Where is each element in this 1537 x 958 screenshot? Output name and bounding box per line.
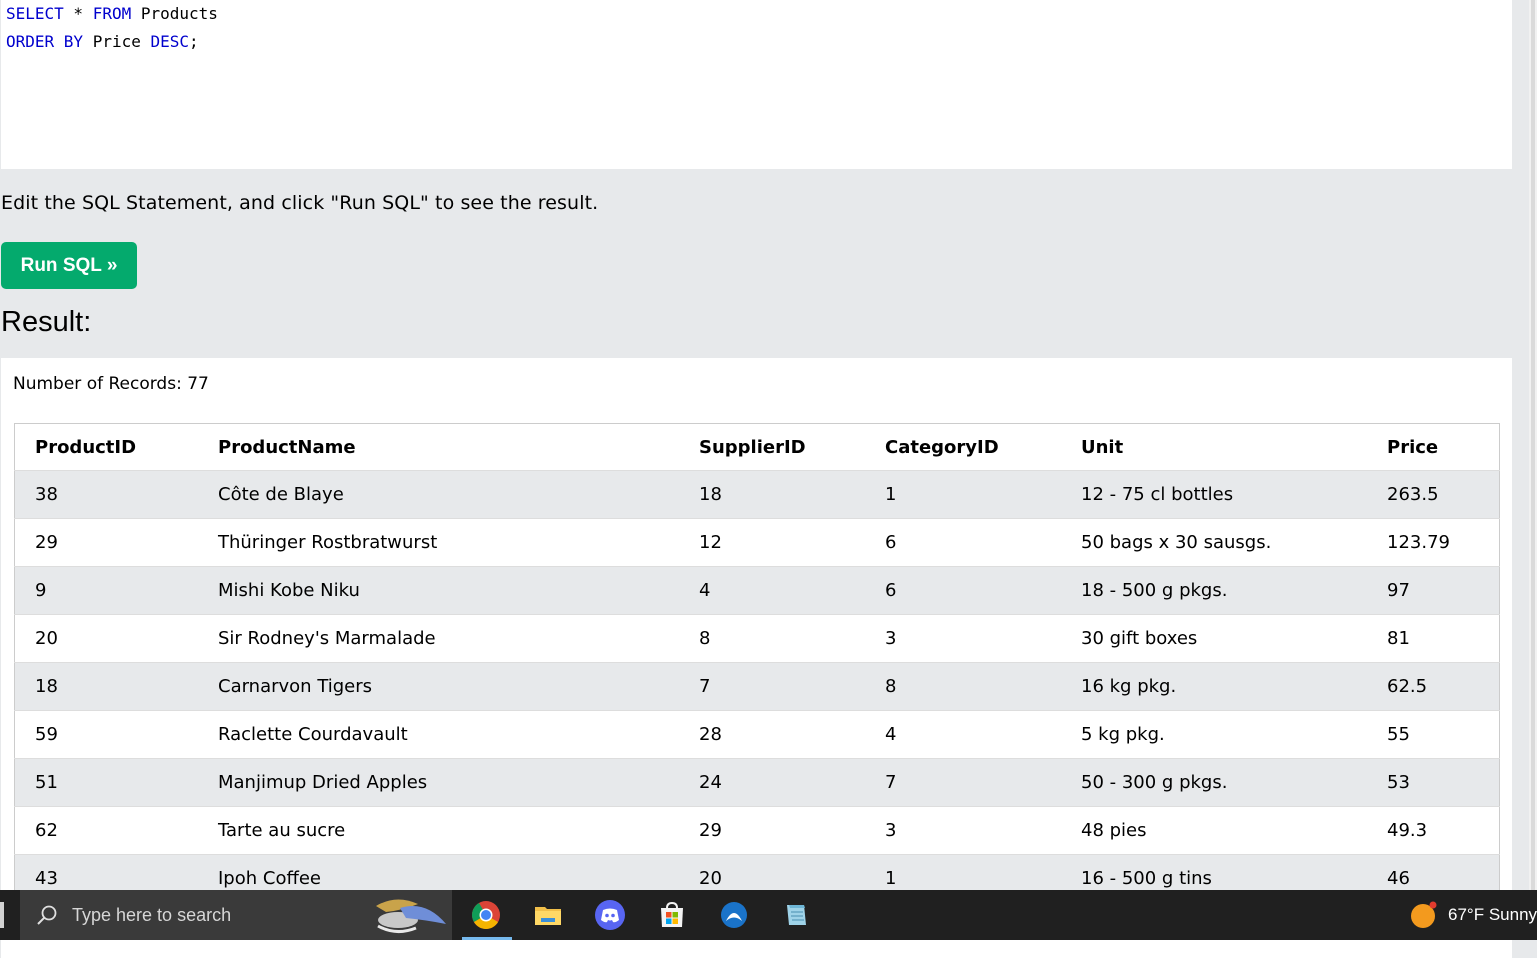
table-cell: 30 gift boxes <box>1061 614 1367 663</box>
instruction-text: Edit the SQL Statement, and click "Run S… <box>1 192 599 214</box>
table-cell: 97 <box>1367 566 1500 615</box>
table-cell: 28 <box>679 710 865 759</box>
table-row: 29 Thüringer Rostbratwurst 12 6 50 bags … <box>14 518 1500 567</box>
notepad-icon[interactable] <box>780 899 812 931</box>
search-icon <box>37 905 57 925</box>
table-cell: 29 <box>14 518 198 567</box>
sql-keyword: ORDER BY <box>6 32 84 51</box>
table-header-row: ProductID ProductName SupplierID Categor… <box>14 423 1500 471</box>
table-cell: 8 <box>679 614 865 663</box>
sql-line-2: ORDER BY Price DESC; <box>6 28 1512 56</box>
table-cell: 48 pies <box>1061 806 1367 855</box>
chrome-icon[interactable] <box>470 899 502 931</box>
table-cell: 50 - 300 g pkgs. <box>1061 758 1367 807</box>
column-header: SupplierID <box>679 423 865 471</box>
taskbar-search-box[interactable]: Type here to search <box>20 890 452 940</box>
table-cell: 62.5 <box>1367 662 1500 711</box>
record-count: Number of Records: 77 <box>13 374 209 394</box>
sql-line-1: SELECT * FROM Products <box>6 0 1512 28</box>
microsoft-store-icon[interactable] <box>656 899 688 931</box>
windows-taskbar: Type here to search 67°F Sunny <box>0 890 1537 940</box>
sql-text: Price <box>83 32 151 51</box>
table-cell: 8 <box>865 662 1061 711</box>
table-row: 51 Manjimup Dried Apples 24 7 50 - 300 g… <box>14 758 1500 807</box>
sql-text: Products <box>131 4 218 23</box>
sun-icon <box>1411 901 1437 928</box>
table-cell: 12 - 75 cl bottles <box>1061 470 1367 519</box>
app-circle-icon[interactable] <box>718 899 750 931</box>
table-row: 9 Mishi Kobe Niku 4 6 18 - 500 g pkgs. 9… <box>14 566 1500 615</box>
table-cell: 24 <box>679 758 865 807</box>
table-row: 20 Sir Rodney's Marmalade 8 3 30 gift bo… <box>14 614 1500 663</box>
sql-keyword: SELECT <box>6 4 64 23</box>
result-heading: Result: <box>1 306 92 338</box>
table-cell: Carnarvon Tigers <box>198 662 679 711</box>
table-cell: 55 <box>1367 710 1500 759</box>
result-panel: Number of Records: 77 ProductID ProductN… <box>1 358 1512 958</box>
page-scrollbar[interactable] <box>1529 0 1537 890</box>
table-cell: 6 <box>865 518 1061 567</box>
table-cell: Sir Rodney's Marmalade <box>198 614 679 663</box>
table-cell: 59 <box>14 710 198 759</box>
table-cell: 62 <box>14 806 198 855</box>
table-cell: 12 <box>679 518 865 567</box>
search-placeholder: Type here to search <box>72 905 232 925</box>
table-cell: 123.79 <box>1367 518 1500 567</box>
column-header: CategoryID <box>865 423 1061 471</box>
table-cell: Tarte au sucre <box>198 806 679 855</box>
table-cell: Raclette Courdavault <box>198 710 679 759</box>
table-cell: 18 - 500 g pkgs. <box>1061 566 1367 615</box>
column-header: ProductID <box>14 423 198 471</box>
sql-keyword: FROM <box>92 4 132 23</box>
search-highlight-art-icon <box>376 899 446 933</box>
start-button-edge[interactable] <box>0 902 4 928</box>
table-cell: 20 <box>14 614 198 663</box>
table-cell: 3 <box>865 806 1061 855</box>
table-cell: 50 bags x 30 sausgs. <box>1061 518 1367 567</box>
file-explorer-icon[interactable] <box>532 899 564 931</box>
table-cell: 7 <box>865 758 1061 807</box>
table-cell: 9 <box>14 566 198 615</box>
table-cell: 3 <box>865 614 1061 663</box>
column-header: Unit <box>1061 423 1367 471</box>
weather-widget[interactable]: 67°F Sunny <box>1410 901 1537 929</box>
table-row: 38 Côte de Blaye 18 1 12 - 75 cl bottles… <box>14 470 1500 519</box>
table-row: 62 Tarte au sucre 29 3 48 pies 49.3 <box>14 806 1500 855</box>
table-cell: 4 <box>865 710 1061 759</box>
table-cell: 1 <box>865 470 1061 519</box>
sql-keyword: DESC <box>150 32 190 51</box>
column-header: ProductName <box>198 423 679 471</box>
table-cell: 38 <box>14 470 198 519</box>
table-cell: 16 kg pkg. <box>1061 662 1367 711</box>
table-row: 18 Carnarvon Tigers 7 8 16 kg pkg. 62.5 <box>14 662 1500 711</box>
sql-text: ; <box>189 32 199 51</box>
table-cell: 18 <box>14 662 198 711</box>
table-cell: 49.3 <box>1367 806 1500 855</box>
discord-icon[interactable] <box>594 899 626 931</box>
table-cell: 6 <box>865 566 1061 615</box>
table-cell: 7 <box>679 662 865 711</box>
table-cell: 81 <box>1367 614 1500 663</box>
table-cell: Mishi Kobe Niku <box>198 566 679 615</box>
run-sql-button[interactable]: Run SQL » <box>1 242 137 289</box>
table-cell: 263.5 <box>1367 470 1500 519</box>
table-cell: 4 <box>679 566 865 615</box>
table-cell: 18 <box>679 470 865 519</box>
table-cell: 53 <box>1367 758 1500 807</box>
table-cell: 29 <box>679 806 865 855</box>
table-cell: Thüringer Rostbratwurst <box>198 518 679 567</box>
sql-editor[interactable]: SELECT * FROM Products ORDER BY Price DE… <box>1 0 1512 169</box>
table-cell: 5 kg pkg. <box>1061 710 1367 759</box>
table-row: 59 Raclette Courdavault 28 4 5 kg pkg. 5… <box>14 710 1500 759</box>
column-header: Price <box>1367 423 1500 471</box>
weather-text: 67°F Sunny <box>1448 905 1537 924</box>
sql-text: * <box>63 4 93 23</box>
table-cell: Manjimup Dried Apples <box>198 758 679 807</box>
table-cell: 51 <box>14 758 198 807</box>
table-cell: Côte de Blaye <box>198 470 679 519</box>
result-table: ProductID ProductName SupplierID Categor… <box>14 423 1500 903</box>
